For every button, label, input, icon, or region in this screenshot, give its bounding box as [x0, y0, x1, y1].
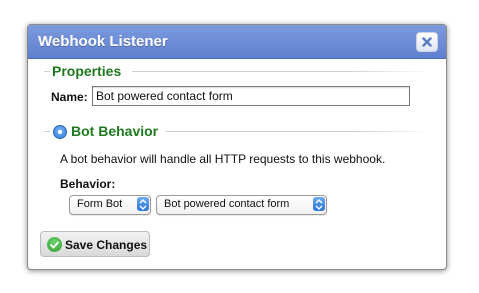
bot-behavior-description: A bot behavior will handle all HTTP requ… [60, 152, 386, 166]
save-changes-label: Save Changes [65, 238, 148, 252]
name-label: Name: [51, 90, 88, 104]
behavior-label: Behavior: [60, 177, 116, 191]
name-input[interactable] [92, 86, 410, 106]
select-arrows-icon [137, 197, 149, 211]
behavior-type-select[interactable]: Form Bot [69, 195, 151, 215]
bot-behavior-heading: Bot Behavior [71, 123, 159, 139]
select-arrows-icon [313, 197, 325, 211]
save-changes-button[interactable]: Save Changes [40, 231, 150, 257]
webhook-listener-dialog: Webhook Listener Properties Name: Bot Be… [27, 24, 447, 270]
dialog-title: Webhook Listener [38, 33, 168, 50]
bot-behavior-radio[interactable] [53, 125, 67, 139]
properties-divider-left [44, 71, 50, 72]
bot-select[interactable]: Bot powered contact form [156, 195, 327, 215]
bot-behavior-divider [166, 131, 432, 132]
properties-divider [132, 71, 432, 72]
bot-select-value: Bot powered contact form [164, 198, 290, 210]
check-icon [47, 237, 62, 252]
properties-heading: Properties [52, 63, 122, 79]
close-button[interactable] [416, 32, 438, 52]
dialog-titlebar: Webhook Listener [28, 25, 446, 59]
close-icon [422, 37, 432, 47]
bot-behavior-divider-left [44, 131, 50, 132]
radio-selected-dot [58, 130, 62, 134]
behavior-type-value: Form Bot [77, 198, 123, 210]
